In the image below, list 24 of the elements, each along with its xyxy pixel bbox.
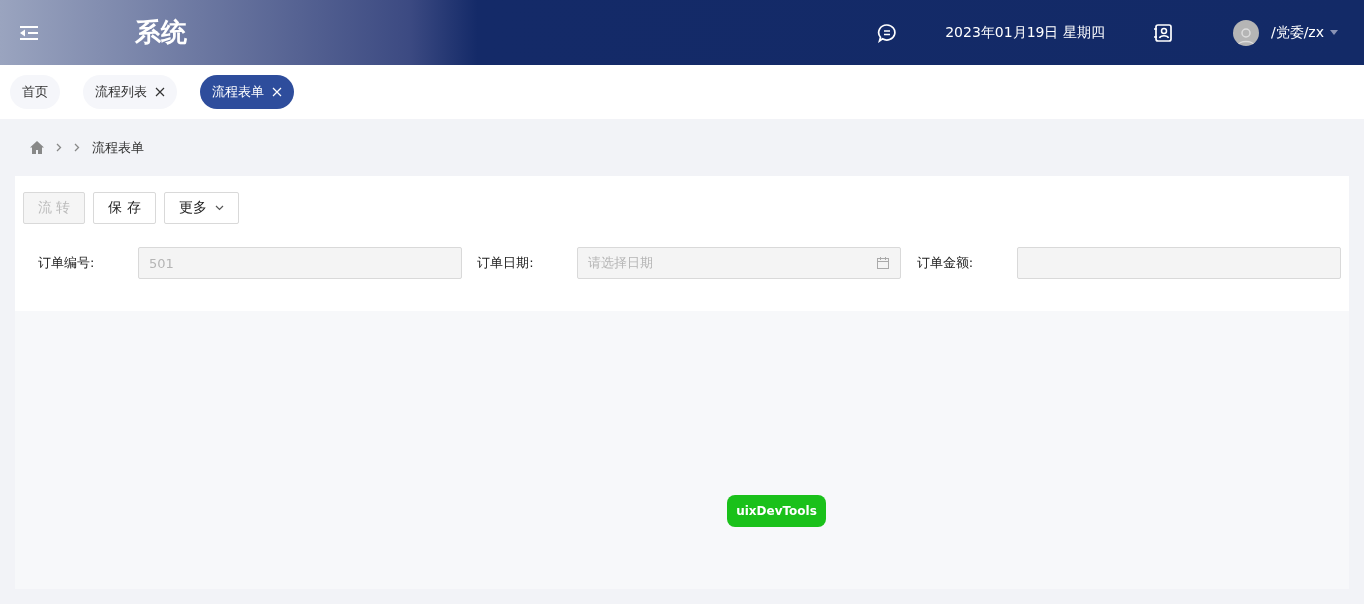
calendar-icon — [876, 256, 891, 270]
field-label: 订单金额: — [915, 254, 975, 272]
chevron-icon — [56, 143, 62, 152]
date-text: 2023年01月19日 星期四 — [945, 23, 1105, 42]
contact-book-icon[interactable] — [1152, 22, 1173, 43]
chat-icon[interactable] — [877, 22, 898, 43]
field-label: 订单编号: — [37, 254, 96, 272]
tab[interactable]: 流程表单 — [200, 75, 294, 109]
avatar[interactable] — [1232, 19, 1259, 46]
tab[interactable]: 流程列表 — [83, 75, 177, 109]
tab[interactable]: 首页 — [10, 75, 60, 109]
toolbar-button[interactable]: 更多 — [163, 192, 239, 224]
menu-icon[interactable] — [20, 25, 38, 40]
chevron-icon — [74, 143, 80, 152]
caret-icon[interactable] — [1330, 30, 1338, 35]
input-field[interactable] — [1016, 247, 1341, 279]
home-icon[interactable] — [30, 141, 44, 154]
close-icon[interactable] — [155, 87, 165, 97]
user-name[interactable]: /党委/zx — [1270, 23, 1324, 42]
field-label: 订单日期: — [476, 254, 535, 272]
toolbar-button[interactable]: 保 存 — [93, 192, 156, 224]
breadcrumb-item: 流程表单 — [92, 138, 144, 157]
chevron-down-icon — [214, 205, 224, 211]
app-title: 系统 — [135, 16, 187, 49]
